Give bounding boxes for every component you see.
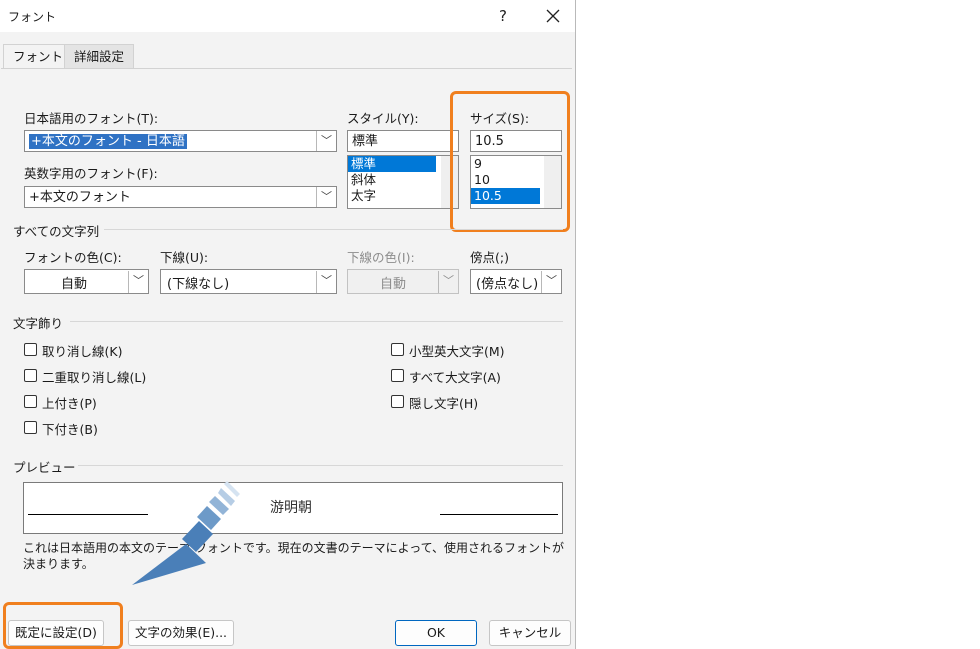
tab-font[interactable]: フォント [3,44,74,69]
chevron-down-icon[interactable]: ﹀ [316,131,336,151]
style-input[interactable]: 標準 [347,130,459,152]
underline-color-value: 自動 [380,277,407,292]
emphasis-combo[interactable]: (傍点なし) ﹀ [470,269,562,294]
chevron-down-icon[interactable]: ﹀ [316,271,336,293]
chevron-down-icon[interactable]: ﹀ [128,271,148,293]
default-highlight-box [3,602,123,649]
emphasis-value: (傍点なし) [476,277,539,292]
style-label: スタイル(Y): [347,111,419,126]
chevron-down-icon[interactable]: ﹀ [316,187,336,207]
double-strikethrough-checkbox[interactable] [24,369,37,382]
underline-combo[interactable]: (下線なし) ﹀ [160,269,337,294]
title-bar: フォント ? [0,0,575,32]
group-divider [104,229,563,230]
superscript-label[interactable]: 上付き(P) [42,393,97,412]
group-divider [70,321,563,322]
jp-font-label: 日本語用のフォント(T): [24,111,159,126]
close-icon [546,9,560,23]
font-color-value: 自動 [61,277,88,292]
underline-value: (下線なし) [167,277,230,292]
baseline-rule [440,514,558,515]
preview-heading: プレビュー [13,460,76,475]
annotation-arrow [132,481,240,585]
text-effects-button[interactable]: 文字の効果(E)... [128,620,234,646]
font-dialog: フォント ? フォント 詳細設定 日本語用のフォント(T): +本文のフォント … [0,0,576,649]
size-highlight-box [450,91,570,232]
all-caps-label[interactable]: すべて大文字(A) [409,367,501,386]
emphasis-label: 傍点(;) [470,250,509,265]
subscript-checkbox[interactable] [24,421,37,434]
en-font-combo[interactable]: +本文のフォント ﹀ [24,186,337,208]
ok-button[interactable]: OK [395,620,477,646]
preview-sample: 游明朝 [270,500,312,516]
hidden-checkbox[interactable] [391,395,404,408]
all-caps-checkbox[interactable] [391,369,404,382]
tab-advanced[interactable]: 詳細設定 [64,44,135,69]
chevron-down-icon[interactable]: ﹀ [438,271,458,293]
strikethrough-checkbox[interactable] [24,343,37,356]
strikethrough-label[interactable]: 取り消し線(K) [42,341,122,360]
small-caps-checkbox[interactable] [391,343,404,356]
superscript-checkbox[interactable] [24,395,37,408]
preview-box: 游明朝 [23,482,563,534]
effects-heading: 文字飾り [13,316,64,331]
cancel-button[interactable]: キャンセル [489,620,571,646]
jp-font-combo[interactable]: +本文のフォント - 日本語 ﹀ [24,130,337,152]
font-color-label: フォントの色(C): [24,250,122,265]
subscript-label[interactable]: 下付き(B) [42,419,98,438]
jp-font-value: +本文のフォント - 日本語 [29,134,187,149]
all-text-heading: すべての文字列 [13,224,100,239]
window-title: フォント [8,10,57,24]
font-color-combo[interactable]: 自動 ﹀ [24,269,149,294]
underline-color-combo[interactable]: 自動 ﹀ [347,269,459,294]
close-button[interactable] [537,4,569,28]
preview-note: これは日本語用の本文のテーマ フォントです。現在の文書のテーマによって、使用され… [23,541,565,571]
en-font-label: 英数字用のフォント(F): [24,166,158,181]
style-option[interactable]: 標準 [348,156,436,172]
help-button[interactable]: ? [487,4,519,28]
style-list[interactable]: 標準 斜体 太字 [347,155,459,209]
small-caps-label[interactable]: 小型英大文字(M) [409,341,505,360]
en-font-value: +本文のフォント [29,190,131,205]
underline-label: 下線(U): [160,250,209,265]
hidden-label[interactable]: 隠し文字(H) [409,393,478,412]
double-strikethrough-label[interactable]: 二重取り消し線(L) [42,367,146,386]
chevron-down-icon[interactable]: ﹀ [541,271,561,293]
underline-color-label: 下線の色(I): [347,250,415,265]
